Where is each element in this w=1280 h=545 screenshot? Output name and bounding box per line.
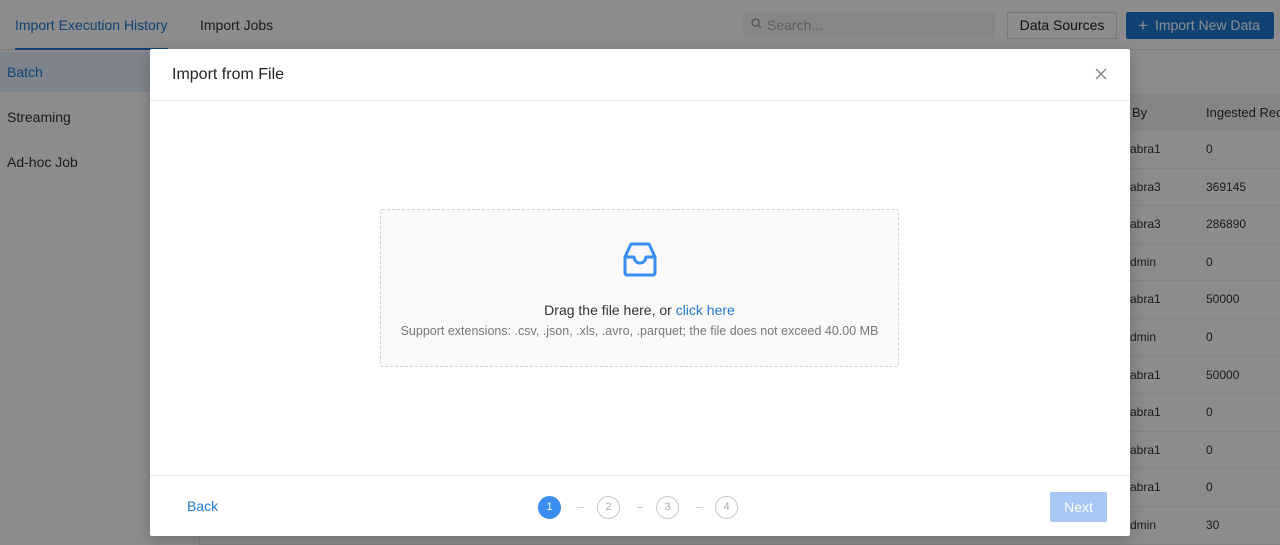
inbox-icon [623,242,657,277]
dialog-header: Import from File [150,49,1130,101]
next-button[interactable]: Next [1050,492,1107,522]
step-connector [696,507,702,508]
step-1-indicator: 1 [538,496,561,519]
step-3-indicator: 3 [656,496,679,519]
dropzone-instruction: Drag the file here, or click here [381,302,898,318]
step-connector [578,507,584,508]
drop-text: Drag the file here, or [544,302,672,318]
step-2-indicator: 2 [597,496,620,519]
click-here-link[interactable]: click here [676,302,735,318]
file-dropzone[interactable]: Drag the file here, or click here Suppor… [380,209,899,367]
import-from-file-dialog: Import from File Drag the file here, or … [150,49,1130,536]
dialog-footer: Back 1 2 3 4 Next [150,475,1130,536]
supported-extensions-hint: Support extensions: .csv, .json, .xls, .… [400,324,879,338]
dialog-title: Import from File [172,66,285,83]
step-connector [637,507,643,508]
back-button[interactable]: Back [187,476,218,536]
close-icon[interactable] [1094,67,1108,81]
step-4-indicator: 4 [715,496,738,519]
